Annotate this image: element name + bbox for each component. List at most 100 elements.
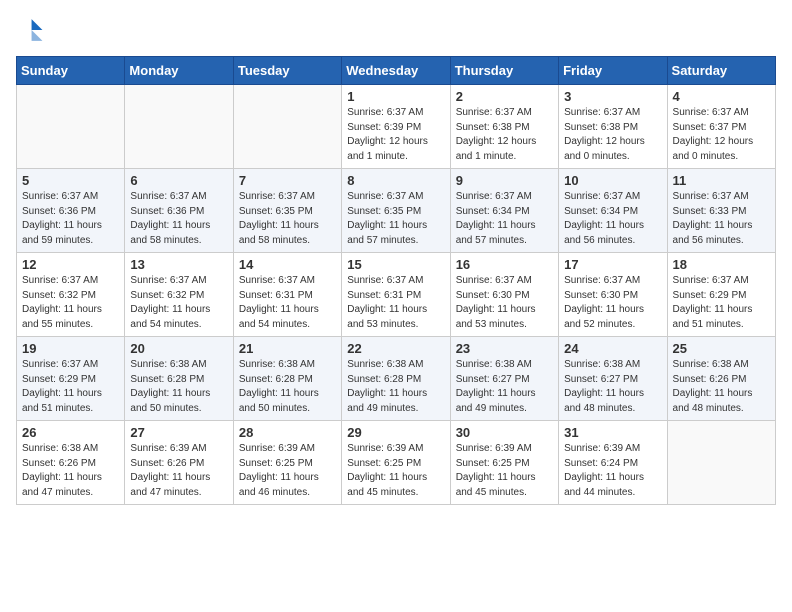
day-info: Sunrise: 6:37 AM Sunset: 6:32 PM Dayligh… xyxy=(22,274,119,332)
day-number: 9 xyxy=(456,173,553,188)
day-info: Sunrise: 6:39 AM Sunset: 6:25 PM Dayligh… xyxy=(239,442,336,500)
calendar-cell: 1 Sunrise: 6:37 AM Sunset: 6:39 PM Daylig… xyxy=(342,85,450,169)
day-number: 7 xyxy=(239,173,336,188)
day-info: Sunrise: 6:37 AM Sunset: 6:38 PM Dayligh… xyxy=(564,106,661,164)
day-info: Sunrise: 6:37 AM Sunset: 6:31 PM Dayligh… xyxy=(347,274,444,332)
day-number: 4 xyxy=(673,89,770,104)
calendar-cell: 8 Sunrise: 6:37 AM Sunset: 6:35 PM Daylig… xyxy=(342,169,450,253)
col-header-saturday: Saturday xyxy=(667,57,775,85)
day-number: 25 xyxy=(673,341,770,356)
col-header-sunday: Sunday xyxy=(17,57,125,85)
calendar-cell: 21 Sunrise: 6:38 AM Sunset: 6:28 PM Dayli… xyxy=(233,337,341,421)
page-header xyxy=(16,16,776,44)
day-info: Sunrise: 6:37 AM Sunset: 6:32 PM Dayligh… xyxy=(130,274,227,332)
day-number: 18 xyxy=(673,257,770,272)
day-info: Sunrise: 6:37 AM Sunset: 6:35 PM Dayligh… xyxy=(347,190,444,248)
day-info: Sunrise: 6:38 AM Sunset: 6:28 PM Dayligh… xyxy=(130,358,227,416)
day-info: Sunrise: 6:37 AM Sunset: 6:31 PM Dayligh… xyxy=(239,274,336,332)
day-number: 15 xyxy=(347,257,444,272)
calendar-cell: 31 Sunrise: 6:39 AM Sunset: 6:24 PM Dayli… xyxy=(559,421,667,505)
day-number: 27 xyxy=(130,425,227,440)
calendar-cell: 27Sunrise: 6:39 AM Sunset: 6:26 PM Dayli… xyxy=(125,421,233,505)
day-number: 22 xyxy=(347,341,444,356)
day-number: 2 xyxy=(456,89,553,104)
calendar-cell: 6Sunrise: 6:37 AM Sunset: 6:36 PM Daylig… xyxy=(125,169,233,253)
calendar-cell: 12 Sunrise: 6:37 AM Sunset: 6:32 PM Dayli… xyxy=(17,253,125,337)
calendar-cell: 9 Sunrise: 6:37 AM Sunset: 6:34 PM Daylig… xyxy=(450,169,558,253)
day-info: Sunrise: 6:38 AM Sunset: 6:26 PM Dayligh… xyxy=(673,358,770,416)
calendar-cell xyxy=(125,85,233,169)
calendar-cell: 11 Sunrise: 6:37 AM Sunset: 6:33 PM Dayli… xyxy=(667,169,775,253)
day-number: 1 xyxy=(347,89,444,104)
day-number: 31 xyxy=(564,425,661,440)
col-header-tuesday: Tuesday xyxy=(233,57,341,85)
week-row-3: 12 Sunrise: 6:37 AM Sunset: 6:32 PM Dayli… xyxy=(17,253,776,337)
calendar-cell xyxy=(233,85,341,169)
day-info: Sunrise: 6:37 AM Sunset: 6:30 PM Dayligh… xyxy=(456,274,553,332)
day-number: 5 xyxy=(22,173,119,188)
day-info: Sunrise: 6:37 AM Sunset: 6:29 PM Dayligh… xyxy=(673,274,770,332)
calendar-cell: 24 Sunrise: 6:38 AM Sunset: 6:27 PM Dayli… xyxy=(559,337,667,421)
day-info: Sunrise: 6:37 AM Sunset: 6:34 PM Dayligh… xyxy=(456,190,553,248)
day-info: Sunrise: 6:38 AM Sunset: 6:27 PM Dayligh… xyxy=(456,358,553,416)
day-number: 16 xyxy=(456,257,553,272)
calendar-cell: 20 Sunrise: 6:38 AM Sunset: 6:28 PM Dayli… xyxy=(125,337,233,421)
calendar-cell: 17 Sunrise: 6:37 AM Sunset: 6:30 PM Dayli… xyxy=(559,253,667,337)
day-number: 3 xyxy=(564,89,661,104)
calendar-cell: 26 Sunrise: 6:38 AM Sunset: 6:26 PM Dayli… xyxy=(17,421,125,505)
calendar-cell: 7Sunrise: 6:37 AM Sunset: 6:35 PM Daylig… xyxy=(233,169,341,253)
day-info: Sunrise: 6:38 AM Sunset: 6:27 PM Dayligh… xyxy=(564,358,661,416)
day-number: 30 xyxy=(456,425,553,440)
calendar-cell: 14Sunrise: 6:37 AM Sunset: 6:31 PM Dayli… xyxy=(233,253,341,337)
week-row-2: 5 Sunrise: 6:37 AM Sunset: 6:36 PM Daylig… xyxy=(17,169,776,253)
day-info: Sunrise: 6:37 AM Sunset: 6:30 PM Dayligh… xyxy=(564,274,661,332)
week-row-5: 26 Sunrise: 6:38 AM Sunset: 6:26 PM Dayli… xyxy=(17,421,776,505)
day-number: 8 xyxy=(347,173,444,188)
day-number: 17 xyxy=(564,257,661,272)
day-number: 24 xyxy=(564,341,661,356)
calendar-header-row: SundayMondayTuesdayWednesdayThursdayFrid… xyxy=(17,57,776,85)
day-info: Sunrise: 6:37 AM Sunset: 6:29 PM Dayligh… xyxy=(22,358,119,416)
calendar-cell: 22 Sunrise: 6:38 AM Sunset: 6:28 PM Dayli… xyxy=(342,337,450,421)
calendar-cell: 30Sunrise: 6:39 AM Sunset: 6:25 PM Dayli… xyxy=(450,421,558,505)
calendar-cell: 5Sunrise: 6:37 AM Sunset: 6:36 PM Daylig… xyxy=(17,169,125,253)
logo xyxy=(16,16,48,44)
col-header-wednesday: Wednesday xyxy=(342,57,450,85)
day-info: Sunrise: 6:38 AM Sunset: 6:28 PM Dayligh… xyxy=(347,358,444,416)
day-number: 20 xyxy=(130,341,227,356)
calendar-cell: 25 Sunrise: 6:38 AM Sunset: 6:26 PM Dayli… xyxy=(667,337,775,421)
calendar-cell: 19 Sunrise: 6:37 AM Sunset: 6:29 PM Dayli… xyxy=(17,337,125,421)
day-info: Sunrise: 6:37 AM Sunset: 6:39 PM Dayligh… xyxy=(347,106,444,164)
day-number: 10 xyxy=(564,173,661,188)
calendar-cell: 23Sunrise: 6:38 AM Sunset: 6:27 PM Dayli… xyxy=(450,337,558,421)
calendar-cell: 13 Sunrise: 6:37 AM Sunset: 6:32 PM Dayli… xyxy=(125,253,233,337)
day-info: Sunrise: 6:38 AM Sunset: 6:26 PM Dayligh… xyxy=(22,442,119,500)
day-info: Sunrise: 6:37 AM Sunset: 6:37 PM Dayligh… xyxy=(673,106,770,164)
day-number: 28 xyxy=(239,425,336,440)
calendar-cell: 10 Sunrise: 6:37 AM Sunset: 6:34 PM Dayli… xyxy=(559,169,667,253)
calendar-cell: 2Sunrise: 6:37 AM Sunset: 6:38 PM Daylig… xyxy=(450,85,558,169)
day-number: 21 xyxy=(239,341,336,356)
generalblue-logo-icon xyxy=(16,16,44,44)
calendar-cell xyxy=(17,85,125,169)
day-number: 11 xyxy=(673,173,770,188)
calendar-cell: 16 Sunrise: 6:37 AM Sunset: 6:30 PM Dayli… xyxy=(450,253,558,337)
day-number: 12 xyxy=(22,257,119,272)
day-info: Sunrise: 6:37 AM Sunset: 6:34 PM Dayligh… xyxy=(564,190,661,248)
col-header-thursday: Thursday xyxy=(450,57,558,85)
calendar-cell: 3 Sunrise: 6:37 AM Sunset: 6:38 PM Daylig… xyxy=(559,85,667,169)
col-header-monday: Monday xyxy=(125,57,233,85)
calendar-cell: 4 Sunrise: 6:37 AM Sunset: 6:37 PM Daylig… xyxy=(667,85,775,169)
calendar-cell xyxy=(667,421,775,505)
day-number: 13 xyxy=(130,257,227,272)
calendar-table: SundayMondayTuesdayWednesdayThursdayFrid… xyxy=(16,56,776,505)
day-number: 19 xyxy=(22,341,119,356)
week-row-4: 19 Sunrise: 6:37 AM Sunset: 6:29 PM Dayli… xyxy=(17,337,776,421)
day-info: Sunrise: 6:37 AM Sunset: 6:36 PM Dayligh… xyxy=(130,190,227,248)
calendar-cell: 28 Sunrise: 6:39 AM Sunset: 6:25 PM Dayli… xyxy=(233,421,341,505)
day-info: Sunrise: 6:38 AM Sunset: 6:28 PM Dayligh… xyxy=(239,358,336,416)
calendar-cell: 15 Sunrise: 6:37 AM Sunset: 6:31 PM Dayli… xyxy=(342,253,450,337)
day-number: 26 xyxy=(22,425,119,440)
day-info: Sunrise: 6:39 AM Sunset: 6:24 PM Dayligh… xyxy=(564,442,661,500)
day-info: Sunrise: 6:37 AM Sunset: 6:33 PM Dayligh… xyxy=(673,190,770,248)
